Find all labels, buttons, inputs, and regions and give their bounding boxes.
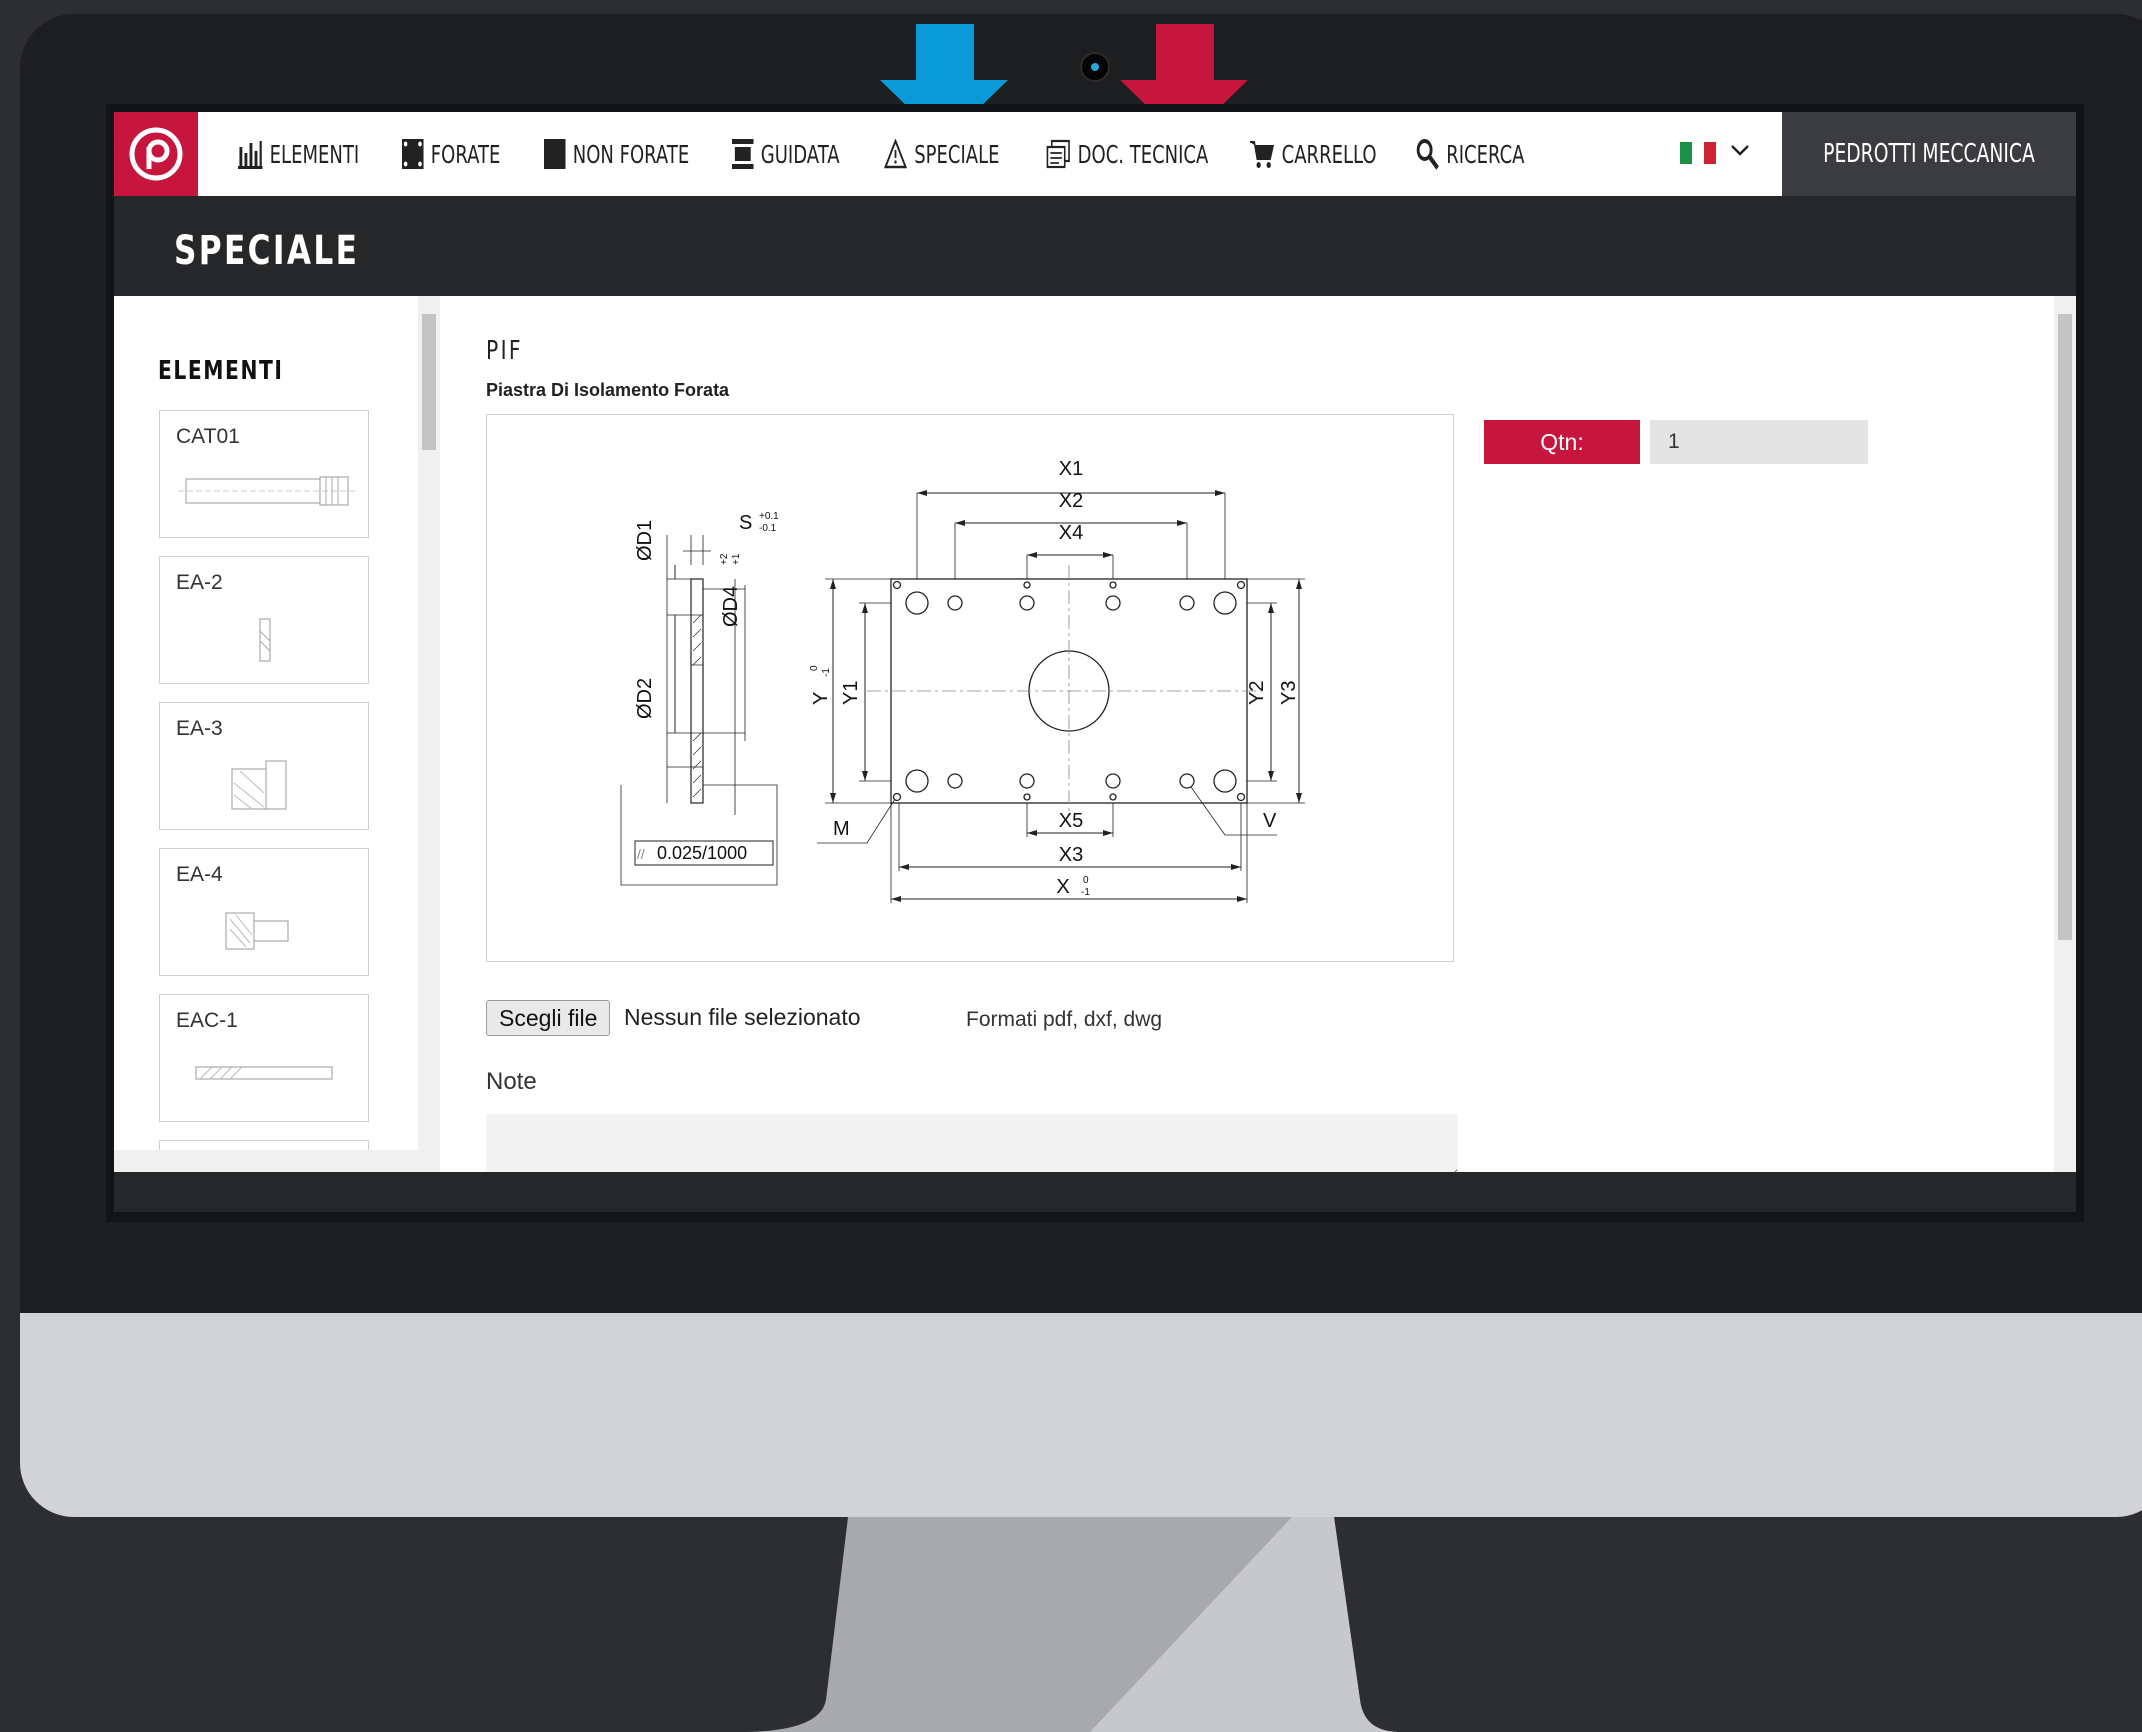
browser-screen: ELEMENTI FORATE NON FORATE GUIDATA SPECI… [114, 112, 2076, 1212]
tol-y-upper: 0 [809, 665, 820, 671]
file-status: Nessun file selezionato [624, 1004, 861, 1030]
logo-mark-icon [129, 127, 183, 181]
warning-triangle-icon [884, 139, 908, 169]
sidebar-item-label: EA-3 [176, 717, 223, 740]
sidebar-item-ea-2[interactable]: EA-2 [159, 556, 369, 684]
italian-flag-icon[interactable] [1680, 142, 1716, 164]
ea-4-thumbnail [225, 912, 289, 950]
dim-d2: ØD2 [634, 678, 656, 719]
label-m: M [833, 818, 850, 840]
page-title-bar [114, 196, 2076, 296]
search-icon [1416, 139, 1439, 170]
sidebar-heading: ELEMENTI [158, 356, 284, 386]
nav-doc-tecnica-label: DOC. TECNICA [1077, 139, 1209, 169]
tol-x-lower: -1 [1081, 887, 1090, 898]
main-scroll-thumb[interactable] [2058, 314, 2072, 940]
sidebar-item-ea-4[interactable]: EA-4 [159, 848, 369, 976]
sidebar-scrollbar[interactable] [418, 296, 440, 1172]
account-label: PEDROTTI MECCANICA [1823, 139, 2035, 169]
sidebar-item-label: EA-4 [176, 863, 223, 886]
sidebar-item-ea-3[interactable]: EA-3 [159, 702, 369, 830]
quantity-input[interactable] [1650, 420, 1868, 464]
product-code: PIF [486, 336, 523, 366]
brand-logo[interactable] [114, 112, 198, 196]
parallelism-symbol: // [637, 846, 645, 862]
dim-x1: X1 [1059, 458, 1083, 480]
sidebar-item-eac-1[interactable]: EAC-1 [159, 994, 369, 1122]
page-title: SPECIALE [174, 228, 360, 274]
parallelism-tolerance: 0.025/1000 [657, 843, 747, 863]
eac-1-thumbnail [195, 1066, 333, 1080]
technical-drawing: X1 X2 X4 X5 X3 X 0 -1 Y1 Y 0 -1 Y2 Y3 ØD… [486, 414, 1454, 962]
cat01-thumbnail [178, 476, 356, 506]
tol-d4-lower: +1 [731, 553, 742, 565]
label-v: V [1263, 810, 1277, 832]
sidebar-scroll-thumb[interactable] [422, 314, 436, 450]
sidebar-item-label: EAC-1 [176, 1009, 238, 1032]
dim-d4: ØD4 [720, 586, 742, 627]
nav-non-forate[interactable]: NON FORATE [544, 112, 689, 196]
nav-guidata[interactable]: GUIDATA [732, 112, 840, 196]
dim-y1: Y1 [840, 681, 862, 705]
nav-ricerca[interactable]: RICERCA [1416, 112, 1524, 196]
tol-y-lower: -1 [821, 668, 832, 677]
dim-x4: X4 [1059, 522, 1083, 544]
tol-x-upper: 0 [1083, 875, 1089, 886]
ea-2-thumbnail [259, 618, 271, 662]
sidebar-horizontal-scrollbar[interactable] [114, 1150, 418, 1172]
nav-speciale[interactable]: SPECIALE [884, 112, 999, 196]
tol-d4-upper: +2 [719, 553, 730, 565]
dim-y3: Y3 [1278, 681, 1300, 705]
guide-stack-icon [732, 139, 754, 169]
account-button[interactable]: PEDROTTI MECCANICA [1782, 112, 2076, 196]
documents-icon [1046, 139, 1070, 169]
dim-y2: Y2 [1246, 681, 1268, 705]
nav-speciale-label: SPECIALE [914, 139, 1000, 169]
nav-elementi-label: ELEMENTI [269, 139, 360, 169]
footer-bar [114, 1172, 2076, 1212]
top-navbar: ELEMENTI FORATE NON FORATE GUIDATA SPECI… [114, 112, 2076, 196]
bar-chart-icon [238, 141, 263, 169]
tol-s-upper: +0.1 [759, 511, 779, 522]
dim-x2: X2 [1059, 490, 1083, 512]
dim-s: S [739, 512, 752, 534]
choose-file-button[interactable]: Scegli file [486, 1000, 611, 1036]
main-scrollbar[interactable] [2054, 296, 2076, 1172]
webcam [1080, 52, 1110, 82]
plate-drawing: X1 X2 X4 X5 X3 X 0 -1 Y1 Y 0 -1 Y2 Y3 ØD… [620, 458, 1305, 903]
file-formats-hint: Formati pdf, dxf, dwg [966, 1008, 1163, 1031]
nav-forate[interactable]: FORATE [402, 112, 500, 196]
nav-non-forate-label: NON FORATE [572, 139, 690, 169]
dim-x3: X3 [1059, 844, 1083, 866]
monitor-chin [20, 1313, 2142, 1517]
dim-x: X [1056, 876, 1069, 898]
sidebar-item-cat01[interactable]: CAT01 [159, 410, 369, 538]
note-textarea[interactable] [486, 1114, 1458, 1178]
tol-s-lower: -0.1 [759, 523, 777, 534]
dim-x5: X5 [1059, 810, 1083, 832]
nav-guidata-label: GUIDATA [760, 139, 840, 169]
sidebar-item-label: CAT01 [176, 425, 240, 448]
product-name: Piastra Di Isolamento Forata [486, 380, 730, 400]
note-label: Note [486, 1068, 537, 1095]
perforated-square-icon [402, 139, 424, 169]
nav-forate-label: FORATE [430, 139, 501, 169]
chevron-down-icon[interactable] [1728, 138, 1752, 162]
cart-icon [1250, 141, 1275, 168]
dim-y: Y [810, 692, 832, 705]
dim-d1: ØD1 [634, 520, 656, 561]
quantity-label: Qtn: [1484, 420, 1640, 464]
ea-3-thumbnail [231, 760, 287, 810]
solid-square-icon [544, 139, 566, 169]
sidebar-item-label: EA-2 [176, 571, 223, 594]
nav-carrello[interactable]: CARRELLO [1250, 112, 1377, 196]
nav-doc-tecnica[interactable]: DOC. TECNICA [1046, 112, 1208, 196]
nav-carrello-label: CARRELLO [1281, 139, 1377, 169]
nav-elementi[interactable]: ELEMENTI [238, 112, 359, 196]
nav-ricerca-label: RICERCA [1446, 139, 1525, 169]
